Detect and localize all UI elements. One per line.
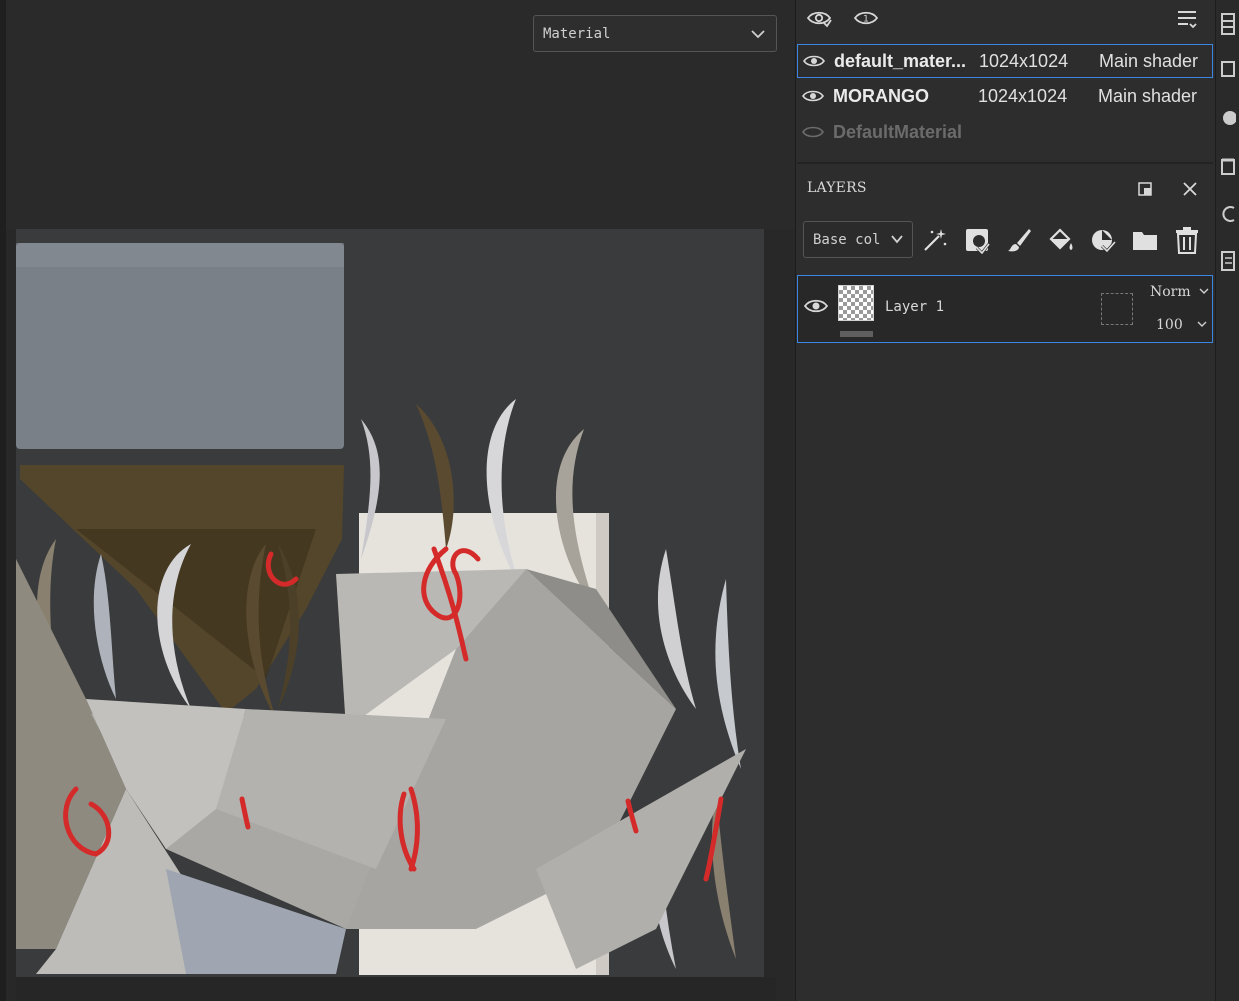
uv-texture-canvas[interactable] bbox=[16, 229, 764, 977]
eye-icon[interactable] bbox=[803, 53, 825, 69]
magic-wand-icon[interactable] bbox=[921, 226, 949, 254]
chevron-down-icon bbox=[1199, 288, 1209, 294]
visibility-toggle-all-icon[interactable] bbox=[806, 8, 832, 28]
eye-icon[interactable] bbox=[804, 297, 828, 315]
channel-select-value: Base col bbox=[813, 231, 881, 248]
settings-icon[interactable] bbox=[1220, 108, 1236, 128]
archive-icon[interactable] bbox=[1220, 156, 1236, 176]
side-toolbar bbox=[1215, 0, 1239, 1001]
history-icon[interactable] bbox=[1220, 204, 1236, 224]
display-icon[interactable] bbox=[1220, 60, 1236, 80]
opacity-select[interactable]: 100 bbox=[1156, 317, 1207, 333]
folder-icon[interactable] bbox=[1131, 226, 1159, 254]
texture-set-row[interactable]: MORANGO 1024x1024 Main shader bbox=[797, 80, 1213, 114]
log-icon[interactable] bbox=[1220, 250, 1236, 272]
close-icon[interactable] bbox=[1181, 180, 1199, 198]
uv-island-block bbox=[16, 243, 344, 449]
texture-set-name: DefaultMaterial bbox=[833, 122, 963, 142]
opacity-value: 100 bbox=[1156, 317, 1183, 333]
chevron-down-icon bbox=[891, 235, 903, 244]
texture-set-row[interactable]: DefaultMaterial bbox=[797, 116, 1213, 150]
texture-set-and-layers-panel bbox=[795, 0, 1216, 1001]
smart-material-icon[interactable] bbox=[1089, 226, 1117, 254]
layer-thumbnail-bar bbox=[840, 331, 873, 337]
viewport-bottom-strip bbox=[16, 977, 776, 1001]
texture-set-row[interactable]: default_mater... 1024x1024 Main shader bbox=[797, 44, 1213, 78]
chevron-down-icon bbox=[751, 30, 765, 39]
texture-set-name: MORANGO bbox=[833, 86, 929, 106]
texture-set-shader[interactable]: Main shader bbox=[1098, 86, 1197, 107]
blend-mode-select[interactable]: Norm bbox=[1150, 284, 1209, 300]
paint-brush-icon[interactable] bbox=[1005, 226, 1033, 254]
layer-mask-slot[interactable] bbox=[1101, 293, 1133, 325]
texture-set-resolution: 1024x1024 bbox=[978, 86, 1068, 106]
layer-name[interactable]: Layer 1 bbox=[885, 299, 944, 315]
menu-options-icon[interactable] bbox=[1176, 9, 1198, 31]
svg-text:1: 1 bbox=[863, 15, 869, 25]
paint-bucket-icon[interactable] bbox=[1047, 226, 1075, 254]
texture-set-shader[interactable]: Main shader bbox=[1099, 51, 1198, 72]
eye-icon[interactable] bbox=[802, 88, 824, 104]
panel-divider bbox=[797, 162, 1213, 164]
solo-visibility-icon[interactable]: 1 bbox=[853, 8, 879, 28]
texture-set-resolution: 1024x1024 bbox=[979, 51, 1069, 71]
layers-panel-title: LAYERS bbox=[807, 180, 867, 196]
channel-select[interactable]: Base col bbox=[803, 221, 913, 258]
fill-mask-icon[interactable] bbox=[963, 226, 991, 254]
material-mode-select[interactable]: Material bbox=[533, 15, 777, 52]
layer-thumbnail[interactable] bbox=[838, 285, 874, 321]
eye-closed-icon[interactable] bbox=[802, 124, 824, 140]
trash-icon[interactable] bbox=[1173, 226, 1201, 254]
chevron-down-icon bbox=[1197, 321, 1207, 327]
blend-mode-value: Norm bbox=[1150, 284, 1191, 300]
material-mode-select-value: Material bbox=[543, 25, 611, 42]
undock-icon[interactable] bbox=[1137, 181, 1153, 197]
grid-icon[interactable] bbox=[1220, 12, 1236, 36]
texture-set-name: default_mater... bbox=[834, 51, 967, 71]
